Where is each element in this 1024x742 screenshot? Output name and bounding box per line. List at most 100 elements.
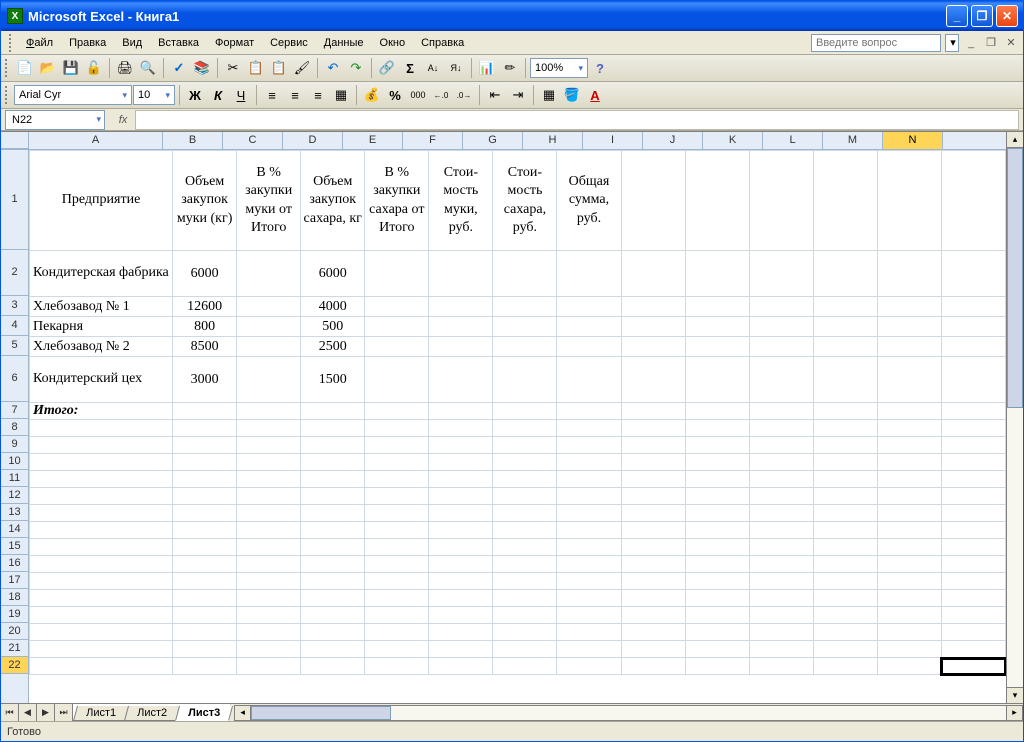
cell-I2[interactable] bbox=[621, 251, 685, 297]
cell-B10[interactable] bbox=[173, 454, 237, 471]
cell-I21[interactable] bbox=[621, 641, 685, 658]
horizontal-scrollbar[interactable]: ◂ ▸ bbox=[234, 704, 1023, 721]
row-header-8[interactable]: 8 bbox=[1, 419, 28, 436]
cell-G8[interactable] bbox=[493, 420, 557, 437]
cell-K7[interactable] bbox=[749, 403, 813, 420]
menu-file[interactable]: Файл bbox=[19, 35, 60, 51]
cell-M9[interactable] bbox=[877, 437, 941, 454]
cell-E1[interactable]: В % закупки сахара от Итого bbox=[365, 151, 429, 251]
cell-L16[interactable] bbox=[813, 556, 877, 573]
col-header-B[interactable]: B bbox=[163, 132, 223, 149]
col-header-D[interactable]: D bbox=[283, 132, 343, 149]
cell-J10[interactable] bbox=[685, 454, 749, 471]
cell-N4[interactable] bbox=[941, 317, 1005, 337]
cell-A11[interactable] bbox=[30, 471, 173, 488]
cell-D14[interactable] bbox=[301, 522, 365, 539]
font-size-combo[interactable]: 10▾ bbox=[133, 85, 175, 105]
row-header-11[interactable]: 11 bbox=[1, 470, 28, 487]
cell-G18[interactable] bbox=[493, 590, 557, 607]
zoom-combo[interactable]: 100%▾ bbox=[530, 58, 588, 78]
menu-help[interactable]: Справка bbox=[414, 35, 471, 51]
comma-button[interactable]: 000 bbox=[407, 84, 429, 106]
row-header-20[interactable]: 20 bbox=[1, 623, 28, 640]
sheet-tab-Лист1[interactable]: Лист1 bbox=[73, 706, 129, 721]
cell-J6[interactable] bbox=[685, 357, 749, 403]
nav-next-button[interactable]: ▶ bbox=[37, 704, 55, 721]
sort-desc-button[interactable]: Я↓ bbox=[445, 57, 467, 79]
cell-F11[interactable] bbox=[429, 471, 493, 488]
cell-D19[interactable] bbox=[301, 607, 365, 624]
cell-K5[interactable] bbox=[749, 337, 813, 357]
open-button[interactable]: 📂 bbox=[37, 57, 59, 79]
cell-I19[interactable] bbox=[621, 607, 685, 624]
cell-E9[interactable] bbox=[365, 437, 429, 454]
cell-M10[interactable] bbox=[877, 454, 941, 471]
row-header-12[interactable]: 12 bbox=[1, 487, 28, 504]
cell-L3[interactable] bbox=[813, 297, 877, 317]
cell-H9[interactable] bbox=[557, 437, 621, 454]
cell-K19[interactable] bbox=[749, 607, 813, 624]
hscroll-thumb[interactable] bbox=[251, 706, 391, 720]
cell-B8[interactable] bbox=[173, 420, 237, 437]
cell-F8[interactable] bbox=[429, 420, 493, 437]
hyperlink-button[interactable]: 🔗 bbox=[376, 57, 398, 79]
cell-D18[interactable] bbox=[301, 590, 365, 607]
cell-N16[interactable] bbox=[941, 556, 1005, 573]
font-color-button[interactable]: А bbox=[584, 84, 606, 106]
cell-J14[interactable] bbox=[685, 522, 749, 539]
row-header-6[interactable]: 6 bbox=[1, 356, 28, 402]
cell-M8[interactable] bbox=[877, 420, 941, 437]
menu-format[interactable]: Формат bbox=[208, 35, 261, 51]
cell-H3[interactable] bbox=[557, 297, 621, 317]
cell-E21[interactable] bbox=[365, 641, 429, 658]
cell-C16[interactable] bbox=[237, 556, 301, 573]
cell-M3[interactable] bbox=[877, 297, 941, 317]
cell-D16[interactable] bbox=[301, 556, 365, 573]
name-box[interactable]: N22▾ bbox=[5, 110, 105, 130]
cell-H12[interactable] bbox=[557, 488, 621, 505]
cell-J18[interactable] bbox=[685, 590, 749, 607]
row-header-2[interactable]: 2 bbox=[1, 250, 28, 296]
cell-C22[interactable] bbox=[237, 658, 301, 675]
scroll-down-button[interactable]: ▾ bbox=[1007, 687, 1023, 703]
drawing-button[interactable]: ✏ bbox=[499, 57, 521, 79]
cell-L14[interactable] bbox=[813, 522, 877, 539]
cell-C9[interactable] bbox=[237, 437, 301, 454]
cell-B1[interactable]: Объем закупок муки (кг) bbox=[173, 151, 237, 251]
col-header-N[interactable]: N bbox=[883, 132, 943, 149]
col-header-K[interactable]: K bbox=[703, 132, 763, 149]
cell-D17[interactable] bbox=[301, 573, 365, 590]
cell-E3[interactable] bbox=[365, 297, 429, 317]
cell-A2[interactable]: Кондитерская фабрика bbox=[30, 251, 173, 297]
vertical-scrollbar[interactable]: ▴ ▾ bbox=[1006, 132, 1023, 703]
col-header-L[interactable]: L bbox=[763, 132, 823, 149]
cell-M17[interactable] bbox=[877, 573, 941, 590]
row-header-22[interactable]: 22 bbox=[1, 657, 28, 674]
cell-F3[interactable] bbox=[429, 297, 493, 317]
cell-H15[interactable] bbox=[557, 539, 621, 556]
cell-C5[interactable] bbox=[237, 337, 301, 357]
cell-E22[interactable] bbox=[365, 658, 429, 675]
cell-J16[interactable] bbox=[685, 556, 749, 573]
cell-G9[interactable] bbox=[493, 437, 557, 454]
cell-C4[interactable] bbox=[237, 317, 301, 337]
ask-dd[interactable]: ▾ bbox=[945, 34, 959, 52]
cell-G1[interactable]: Стои-мость сахара, руб. bbox=[493, 151, 557, 251]
cell-E15[interactable] bbox=[365, 539, 429, 556]
cell-H20[interactable] bbox=[557, 624, 621, 641]
cell-K9[interactable] bbox=[749, 437, 813, 454]
cell-A13[interactable] bbox=[30, 505, 173, 522]
cell-H21[interactable] bbox=[557, 641, 621, 658]
cell-L9[interactable] bbox=[813, 437, 877, 454]
cell-I18[interactable] bbox=[621, 590, 685, 607]
cell-C19[interactable] bbox=[237, 607, 301, 624]
cell-E13[interactable] bbox=[365, 505, 429, 522]
cell-F10[interactable] bbox=[429, 454, 493, 471]
cell-M6[interactable] bbox=[877, 357, 941, 403]
cell-D9[interactable] bbox=[301, 437, 365, 454]
row-header-10[interactable]: 10 bbox=[1, 453, 28, 470]
cell-B4[interactable]: 800 bbox=[173, 317, 237, 337]
cell-J2[interactable] bbox=[685, 251, 749, 297]
cell-N6[interactable] bbox=[941, 357, 1005, 403]
cell-C2[interactable] bbox=[237, 251, 301, 297]
